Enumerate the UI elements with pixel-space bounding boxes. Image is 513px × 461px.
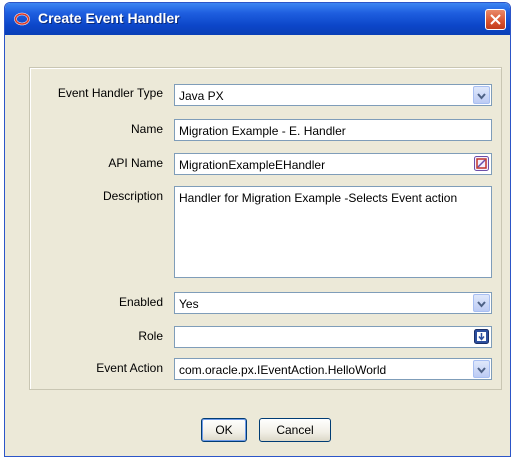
close-button[interactable] bbox=[485, 9, 506, 30]
description-value: Handler for Migration Example -Selects E… bbox=[179, 191, 458, 205]
title-bar[interactable]: Create Event Handler bbox=[5, 3, 510, 35]
chevron-down-icon bbox=[477, 367, 486, 374]
event-handler-type-select[interactable]: Java PX bbox=[174, 84, 492, 106]
close-icon bbox=[490, 14, 501, 25]
chevron-down-icon bbox=[477, 301, 486, 308]
name-label: Name bbox=[130, 122, 163, 136]
dialog-title: Create Event Handler bbox=[38, 10, 180, 26]
enabled-value: Yes bbox=[179, 297, 199, 311]
name-input[interactable]: Migration Example - E. Handler bbox=[174, 119, 492, 141]
cancel-button[interactable]: Cancel bbox=[259, 418, 331, 442]
enabled-dropdown-button[interactable] bbox=[473, 294, 490, 312]
event-action-select[interactable]: com.oracle.px.IEventAction.HelloWorld bbox=[174, 358, 492, 380]
api-name-input[interactable]: MigrationExampleEHandler bbox=[174, 153, 492, 175]
chevron-down-icon bbox=[477, 93, 486, 100]
event-action-dropdown-button[interactable] bbox=[473, 360, 490, 378]
oracle-logo-icon bbox=[14, 12, 30, 26]
api-name-value: MigrationExampleEHandler bbox=[179, 158, 326, 172]
description-label: Description bbox=[102, 189, 163, 203]
event-handler-type-value: Java PX bbox=[179, 89, 224, 103]
enabled-label: Enabled bbox=[118, 295, 163, 309]
lookup-icon[interactable] bbox=[474, 329, 489, 344]
event-handler-type-label: Event Handler Type bbox=[57, 86, 163, 100]
form-panel: Event Handler Type Java PX Name Migratio… bbox=[29, 67, 502, 390]
edit-icon[interactable] bbox=[474, 156, 489, 171]
event-action-value: com.oracle.px.IEventAction.HelloWorld bbox=[179, 363, 387, 377]
role-input[interactable] bbox=[174, 326, 492, 348]
api-name-label: API Name bbox=[108, 156, 163, 170]
enabled-select[interactable]: Yes bbox=[174, 292, 492, 314]
event-handler-type-dropdown-button[interactable] bbox=[473, 86, 490, 104]
ok-button[interactable]: OK bbox=[201, 418, 247, 442]
role-label: Role bbox=[138, 329, 163, 343]
description-textarea[interactable]: Handler for Migration Example -Selects E… bbox=[174, 186, 492, 278]
dialog-window: Create Event Handler Event Handler Type … bbox=[4, 2, 511, 457]
event-action-label: Event Action bbox=[96, 361, 163, 375]
name-value: Migration Example - E. Handler bbox=[179, 124, 346, 138]
